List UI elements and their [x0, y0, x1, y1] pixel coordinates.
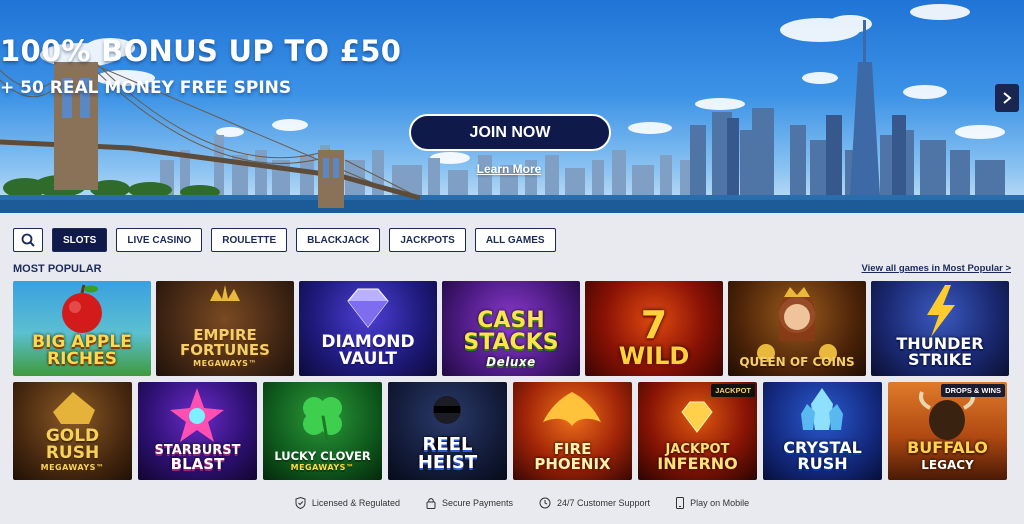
game-title-2: HEIST	[417, 452, 478, 473]
trust-label: 24/7 Customer Support	[557, 498, 651, 508]
game-title-2: INFERNO	[657, 454, 738, 473]
game-tile-fire-phoenix[interactable]: FIRE PHOENIX	[513, 382, 632, 480]
drops-and-wins-badge: DROPS & WINS	[941, 384, 1005, 397]
game-subtitle: MEGAWAYS™	[290, 463, 355, 472]
games-row-2: GOLD RUSH MEGAWAYS™ STARBURST BLAST LUCK…	[13, 382, 1007, 480]
trust-item-mobile: Play on Mobile	[676, 497, 749, 509]
game-tile-lucky-clover[interactable]: LUCKY CLOVER MEGAWAYS™	[263, 382, 382, 480]
game-title-2: PHOENIX	[534, 455, 611, 473]
filter-blackjack[interactable]: BLACKJACK	[296, 228, 381, 252]
game-title-2: VAULT	[338, 349, 398, 369]
hero-subtitle: + 50 REAL MONEY FREE SPINS	[0, 78, 292, 98]
game-tile-big-apple-riches[interactable]: BIG APPLE RICHES	[13, 281, 151, 376]
carousel-next-button[interactable]	[995, 84, 1019, 112]
game-tile-diamond-vault[interactable]: DIAMOND VAULT	[299, 281, 437, 376]
game-title-2: STRIKE	[907, 350, 973, 369]
game-tile-starburst-blast[interactable]: STARBURST BLAST	[138, 382, 257, 480]
game-title: LUCKY CLOVER	[274, 448, 371, 463]
lock-icon	[426, 498, 436, 509]
game-tile-queen-of-coins[interactable]: QUEEN OF COINS	[728, 281, 866, 376]
game-title: 7	[640, 303, 668, 347]
game-tile-crystal-rush[interactable]: CRYSTAL RUSH	[763, 382, 882, 480]
filter-slots[interactable]: SLOTS	[52, 228, 108, 252]
game-title-2: LEGACY	[921, 458, 974, 472]
filter-all-games[interactable]: ALL GAMES	[474, 228, 556, 252]
game-tile-empire-fortunes[interactable]: EMPIRE FORTUNES MEGAWAYS™	[156, 281, 294, 376]
clock-icon	[539, 497, 551, 509]
game-subtitle: Deluxe	[486, 355, 536, 369]
filter-live-casino[interactable]: LIVE CASINO	[116, 228, 203, 252]
game-title-2: WILD	[618, 342, 690, 370]
new-york-skyline-illustration	[0, 4, 1024, 213]
trust-item-secure-payments: Secure Payments	[426, 497, 513, 509]
trust-label: Play on Mobile	[690, 498, 750, 508]
game-title-2: RUSH	[45, 443, 100, 463]
trust-label: Secure Payments	[441, 498, 513, 508]
filter-jackpots[interactable]: JACKPOTS	[389, 228, 466, 252]
game-title-2: FORTUNES	[180, 341, 270, 359]
game-tile-gold-rush[interactable]: GOLD RUSH MEGAWAYS™	[13, 382, 132, 480]
game-tile-cash-stacks-deluxe[interactable]: CASH STACKS Deluxe	[442, 281, 580, 376]
view-all-link[interactable]: View all games in Most Popular >	[862, 263, 1012, 274]
learn-more-link[interactable]: Learn More	[470, 162, 548, 176]
join-now-button[interactable]: JOIN NOW	[409, 114, 611, 151]
game-title: BUFFALO	[907, 438, 988, 457]
shield-check-icon	[295, 497, 306, 509]
game-title-2: RICHES	[47, 349, 117, 369]
game-tile-reel-heist[interactable]: REEL HEIST	[388, 382, 507, 480]
chevron-right-icon	[1003, 92, 1012, 104]
hero-banner[interactable]: 100% BONUS UP TO £50 + 50 REAL MONEY FRE…	[0, 0, 1024, 213]
game-category-filters: SLOTS LIVE CASINO ROULETTE BLACKJACK JAC…	[13, 228, 556, 252]
game-subtitle: MEGAWAYS™	[193, 359, 257, 368]
hero-title: 100% BONUS UP TO £50	[0, 34, 402, 68]
trust-label: Licensed & Regulated	[311, 498, 400, 508]
game-tile-thunder-strike[interactable]: THUNDER STRIKE	[871, 281, 1009, 376]
jackpot-badge: JACKPOT	[711, 384, 755, 397]
games-row-1: BIG APPLE RICHES EMPIRE FORTUNES MEGAWAY…	[13, 281, 1009, 376]
trust-bar: Licensed & Regulated Secure Payments 24/…	[0, 497, 1024, 509]
trust-item-support: 24/7 Customer Support	[539, 497, 650, 509]
game-title-2: BLAST	[170, 455, 225, 473]
game-title-2: RUSH	[797, 454, 848, 473]
filter-roulette[interactable]: ROULETTE	[211, 228, 288, 252]
game-title-2: STACKS	[463, 330, 559, 355]
game-tile-7-wild[interactable]: 7 WILD	[585, 281, 723, 376]
game-tile-buffalo-legacy[interactable]: DROPS & WINS BUFFALO LEGACY	[888, 382, 1007, 480]
game-tile-jackpot-inferno[interactable]: JACKPOT JACKPOT INFERNO	[638, 382, 757, 480]
game-title: QUEEN OF COINS	[739, 355, 855, 369]
game-subtitle: MEGAWAYS™	[40, 463, 105, 472]
mobile-icon	[676, 497, 685, 509]
trust-item-licensed: Licensed & Regulated	[295, 497, 400, 509]
search-button[interactable]	[13, 228, 43, 252]
search-icon	[21, 233, 35, 247]
section-title: MOST POPULAR	[13, 263, 102, 275]
